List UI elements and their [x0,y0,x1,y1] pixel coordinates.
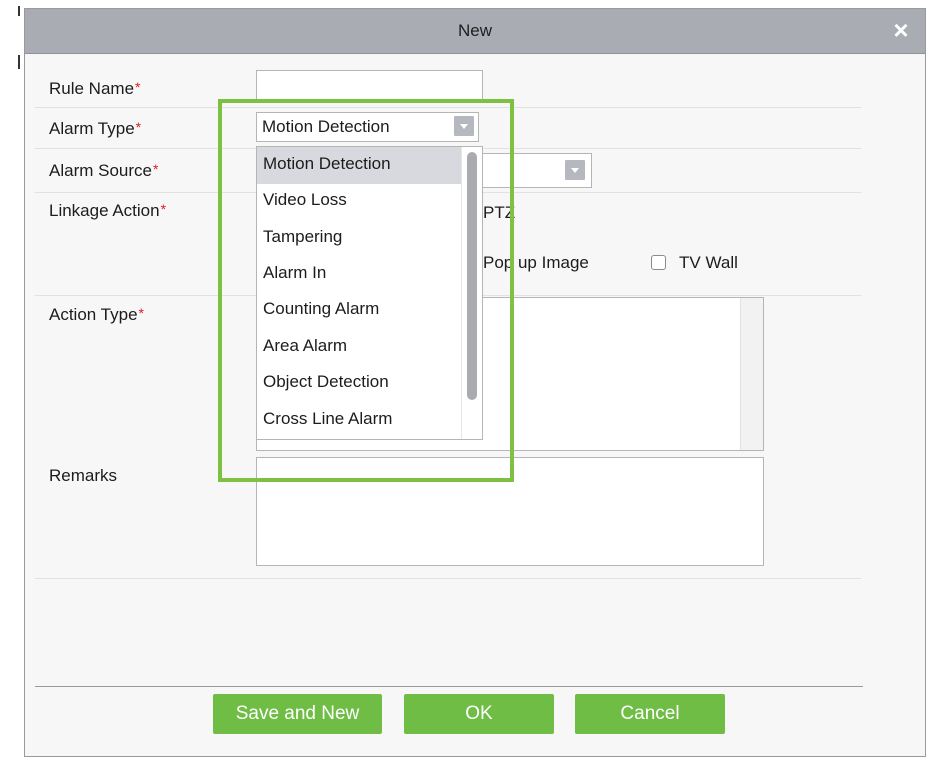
required-marker: * [152,161,159,177]
remarks-textarea[interactable] [256,457,764,566]
window-edge-mark [18,6,20,16]
dropdown-item-tampering[interactable]: Tampering [257,220,461,257]
dropdown-item-area-alarm[interactable]: Area Alarm [257,329,461,366]
required-marker: * [135,79,141,95]
cancel-button[interactable]: Cancel [575,694,725,734]
linkage-option-tv-wall[interactable]: TV Wall [679,253,738,273]
linkage-action-label-text: Linkage Action [49,201,160,220]
dropdown-item-counting-alarm[interactable]: Counting Alarm [257,292,461,329]
alarm-type-selected-value: Motion Detection [262,117,390,136]
linkage-option-ptz[interactable]: PTZ [483,203,515,223]
window-edge-mark [18,55,20,69]
rule-name-input[interactable] [256,70,483,103]
row-divider [35,578,861,579]
remarks-label-text: Remarks [49,466,118,485]
dropdown-item-video-loss[interactable]: Video Loss [257,183,461,220]
dropdown-item-cross-line-alarm[interactable]: Cross Line Alarm [257,402,461,439]
remarks-label: Remarks [49,466,117,486]
dropdown-item-object-detection[interactable]: Object Detection [257,365,461,402]
alarm-type-select[interactable]: Motion Detection [256,112,479,142]
linkage-action-label: Linkage Action* [49,201,166,221]
required-marker: * [138,305,144,321]
alarm-source-label-text: Alarm Source [49,161,152,180]
chevron-down-icon[interactable] [454,116,474,136]
alarm-type-label: Alarm Type* [49,119,141,139]
close-icon[interactable]: × [887,15,915,45]
chevron-down-icon[interactable] [565,160,585,180]
dropdown-scroll-thumb[interactable] [467,152,477,400]
alarm-type-dropdown[interactable]: Motion Detection Video Loss Tampering Al… [256,146,483,440]
linkage-option-popup-image[interactable]: Pop up Image [483,253,589,273]
dialog-title: New [457,21,492,40]
rule-name-label: Rule Name* [49,79,141,99]
dialog-titlebar: New × [25,9,925,54]
alarm-source-label: Alarm Source* [49,161,158,181]
dropdown-scrollbar[interactable] [461,147,482,439]
rule-name-label-text: Rule Name [49,79,135,98]
row-divider [35,107,861,108]
action-type-scrollbar[interactable] [740,298,763,450]
new-rule-dialog: New × Rule Name* Alarm Type* Motion Dete… [24,8,926,757]
required-marker: * [160,201,167,217]
save-and-new-button[interactable]: Save and New [213,694,382,734]
action-type-label-text: Action Type [49,305,138,324]
required-marker: * [135,119,142,135]
dropdown-item-alarm-in[interactable]: Alarm In [257,256,461,293]
tv-wall-checkbox[interactable] [651,255,666,270]
footer-divider [35,686,863,687]
ok-button[interactable]: OK [404,694,554,734]
action-type-label: Action Type* [49,305,144,325]
alarm-type-label-text: Alarm Type [49,119,135,138]
dropdown-item-motion-detection[interactable]: Motion Detection [257,147,461,184]
